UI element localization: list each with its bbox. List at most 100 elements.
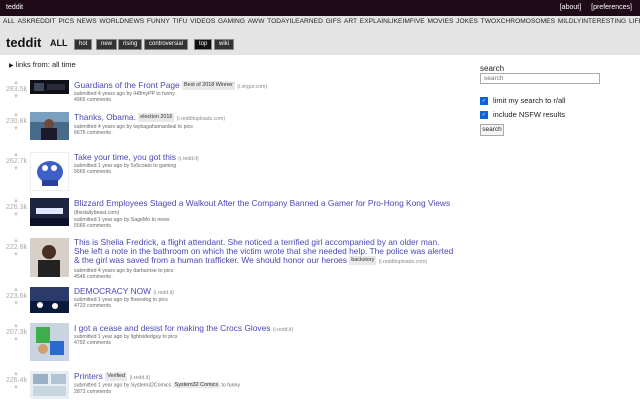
thumbnail[interactable] bbox=[30, 152, 69, 191]
author-flair: System32 Comics bbox=[172, 382, 221, 388]
score: 226.4k bbox=[6, 377, 28, 384]
thumbnail-image bbox=[30, 152, 69, 191]
post-domain[interactable]: (i.redd.it) bbox=[273, 327, 293, 333]
subreddit-link[interactable]: JOKES bbox=[456, 18, 478, 25]
score: 207.3k bbox=[6, 329, 28, 336]
comments-link[interactable]: 5566 comments bbox=[74, 223, 111, 229]
downvote-icon[interactable]: ▼ bbox=[6, 301, 26, 307]
thumbnail[interactable] bbox=[30, 371, 69, 399]
comments-link[interactable]: 4965 comments bbox=[74, 97, 111, 103]
subreddit-link[interactable]: PICS bbox=[58, 18, 74, 25]
thumbnail-image bbox=[30, 80, 69, 94]
thumbnail[interactable] bbox=[30, 287, 69, 313]
links-from-label: links from: all time bbox=[15, 60, 76, 69]
post-domain[interactable]: (i.redd.it) bbox=[178, 156, 198, 162]
downvote-icon[interactable]: ▼ bbox=[6, 126, 26, 132]
post-title[interactable]: DEMOCRACY NOW bbox=[74, 286, 151, 296]
subreddit-link[interactable]: ALL bbox=[3, 18, 15, 25]
score: 226.3k bbox=[6, 204, 28, 211]
tab-controversial[interactable]: controversial bbox=[144, 39, 189, 50]
about-link[interactable]: [about] bbox=[560, 4, 581, 11]
post-domain[interactable]: (i.redd.it) bbox=[153, 290, 173, 296]
subreddit-link[interactable]: GIFS bbox=[326, 18, 342, 25]
subreddit-link[interactable]: MILDLYINTERESTING bbox=[558, 18, 627, 25]
post-domain[interactable]: (i.reddituploads.com) bbox=[177, 116, 225, 122]
downvote-icon[interactable]: ▼ bbox=[6, 252, 26, 258]
post-title[interactable]: Thanks, Obama. bbox=[74, 112, 136, 122]
subreddit-link[interactable]: TODAYILEARNED bbox=[267, 18, 323, 25]
thumbnail[interactable] bbox=[30, 198, 69, 226]
subreddit-link[interactable]: ART bbox=[344, 18, 357, 25]
post-domain[interactable]: (i.redd.it) bbox=[130, 375, 150, 381]
links-from-selector[interactable]: ▶ links from: all time bbox=[9, 60, 76, 69]
limit-search-checkbox[interactable]: ✓ limit my search to r/all bbox=[480, 96, 566, 106]
comments-link[interactable]: 6675 comments bbox=[74, 130, 111, 136]
thumbnail[interactable] bbox=[30, 112, 69, 140]
downvote-icon[interactable]: ▼ bbox=[6, 94, 26, 100]
tab-top[interactable]: top bbox=[194, 39, 213, 50]
search-button[interactable]: search bbox=[480, 124, 504, 136]
post-domain[interactable]: (i.reddituploads.com) bbox=[379, 259, 427, 265]
vote-block: ▲ 283.5k ▼ bbox=[6, 80, 28, 100]
post-title[interactable]: Blizzard Employees Staged a Walkout Afte… bbox=[74, 198, 450, 208]
tab-rising[interactable]: rising bbox=[118, 39, 143, 50]
subreddit-link[interactable]: MOVIES bbox=[427, 18, 453, 25]
thumbnail[interactable] bbox=[30, 80, 69, 94]
post-title-line: Blizzard Employees Staged a Walkout Afte… bbox=[74, 199, 450, 208]
post-flair: backstory bbox=[349, 256, 377, 266]
comments-link[interactable]: 5665 comments bbox=[74, 169, 111, 175]
post-title[interactable]: I got a cease and desist for making the … bbox=[74, 323, 270, 333]
post-domain[interactable]: (i.imgur.com) bbox=[237, 84, 267, 90]
search-input[interactable] bbox=[480, 73, 600, 84]
score: 230.8k bbox=[6, 118, 28, 125]
top-bar: teddit [about] [preferences] bbox=[0, 0, 640, 16]
tab-new[interactable]: new bbox=[96, 39, 118, 50]
subreddit-link[interactable]: WORLDNEWS bbox=[99, 18, 144, 25]
search-label: search bbox=[480, 64, 505, 73]
subreddit-link[interactable]: VIDEOS bbox=[190, 18, 215, 25]
score: 283.5k bbox=[6, 86, 28, 93]
subreddit-link[interactable]: GAMING bbox=[218, 18, 245, 25]
score: 262.7k bbox=[6, 158, 28, 165]
checkbox-checked-icon[interactable]: ✓ bbox=[480, 111, 488, 120]
comments-link[interactable]: 4792 comments bbox=[74, 340, 111, 346]
vote-block: ▲ 262.7k ▼ bbox=[6, 152, 28, 172]
subreddit-link[interactable]: TWOXCHROMOSOMES bbox=[481, 18, 555, 25]
comments-link[interactable]: 4546 comments bbox=[74, 274, 111, 280]
comments-link[interactable]: 2873 comments bbox=[74, 389, 111, 395]
post-title-line: This is Shelia Fredrick, a flight attend… bbox=[74, 238, 454, 267]
tab-wiki[interactable]: wiki bbox=[214, 39, 234, 50]
nsfw-label: include NSFW results bbox=[493, 110, 566, 119]
checkbox-checked-icon[interactable]: ✓ bbox=[480, 97, 488, 106]
vote-block: ▲ 226.3k ▼ bbox=[6, 198, 28, 218]
post-title[interactable]: Printers bbox=[74, 371, 103, 381]
thumbnail[interactable] bbox=[30, 323, 69, 361]
downvote-icon[interactable]: ▼ bbox=[6, 212, 26, 218]
subreddit-link[interactable]: LIFEPROTIPS bbox=[629, 18, 640, 25]
post-title[interactable]: Guardians of the Front Page bbox=[74, 80, 180, 90]
vote-block: ▲ 207.3k ▼ bbox=[6, 323, 28, 343]
subreddit-link[interactable]: NEWS bbox=[77, 18, 97, 25]
tab-hot[interactable]: hot bbox=[74, 39, 93, 50]
preferences-link[interactable]: [preferences] bbox=[591, 4, 632, 11]
teddit-logo[interactable]: teddit bbox=[6, 35, 41, 50]
downvote-icon[interactable]: ▼ bbox=[6, 385, 26, 391]
post-domain[interactable]: (thedailybeast.com) bbox=[74, 210, 119, 216]
vote-block: ▲ 230.8k ▼ bbox=[6, 112, 28, 132]
subreddit-link[interactable]: AWW bbox=[248, 18, 265, 25]
post-meta-suffix: to funny bbox=[221, 382, 240, 389]
vote-block: ▲ 226.4k ▼ bbox=[6, 371, 28, 391]
subreddit-link[interactable]: ASKREDDIT bbox=[18, 18, 56, 25]
post-flair: Verified bbox=[105, 372, 128, 382]
downvote-icon[interactable]: ▼ bbox=[6, 337, 26, 343]
vote-block: ▲ 222.8k ▼ bbox=[6, 238, 27, 258]
subreddit-link[interactable]: FUNNY bbox=[147, 18, 170, 25]
subreddit-link[interactable]: TIFU bbox=[173, 18, 188, 25]
post-title[interactable]: Take your time, you got this bbox=[74, 152, 176, 162]
comments-link[interactable]: 4723 comments bbox=[74, 303, 111, 309]
subreddit-link[interactable]: EXPLAINLIKEIMFIVE bbox=[360, 18, 425, 25]
downvote-icon[interactable]: ▼ bbox=[6, 166, 26, 172]
thumbnail[interactable] bbox=[30, 238, 69, 277]
nsfw-checkbox[interactable]: ✓ include NSFW results bbox=[480, 110, 566, 120]
brand-link[interactable]: teddit bbox=[6, 4, 23, 11]
